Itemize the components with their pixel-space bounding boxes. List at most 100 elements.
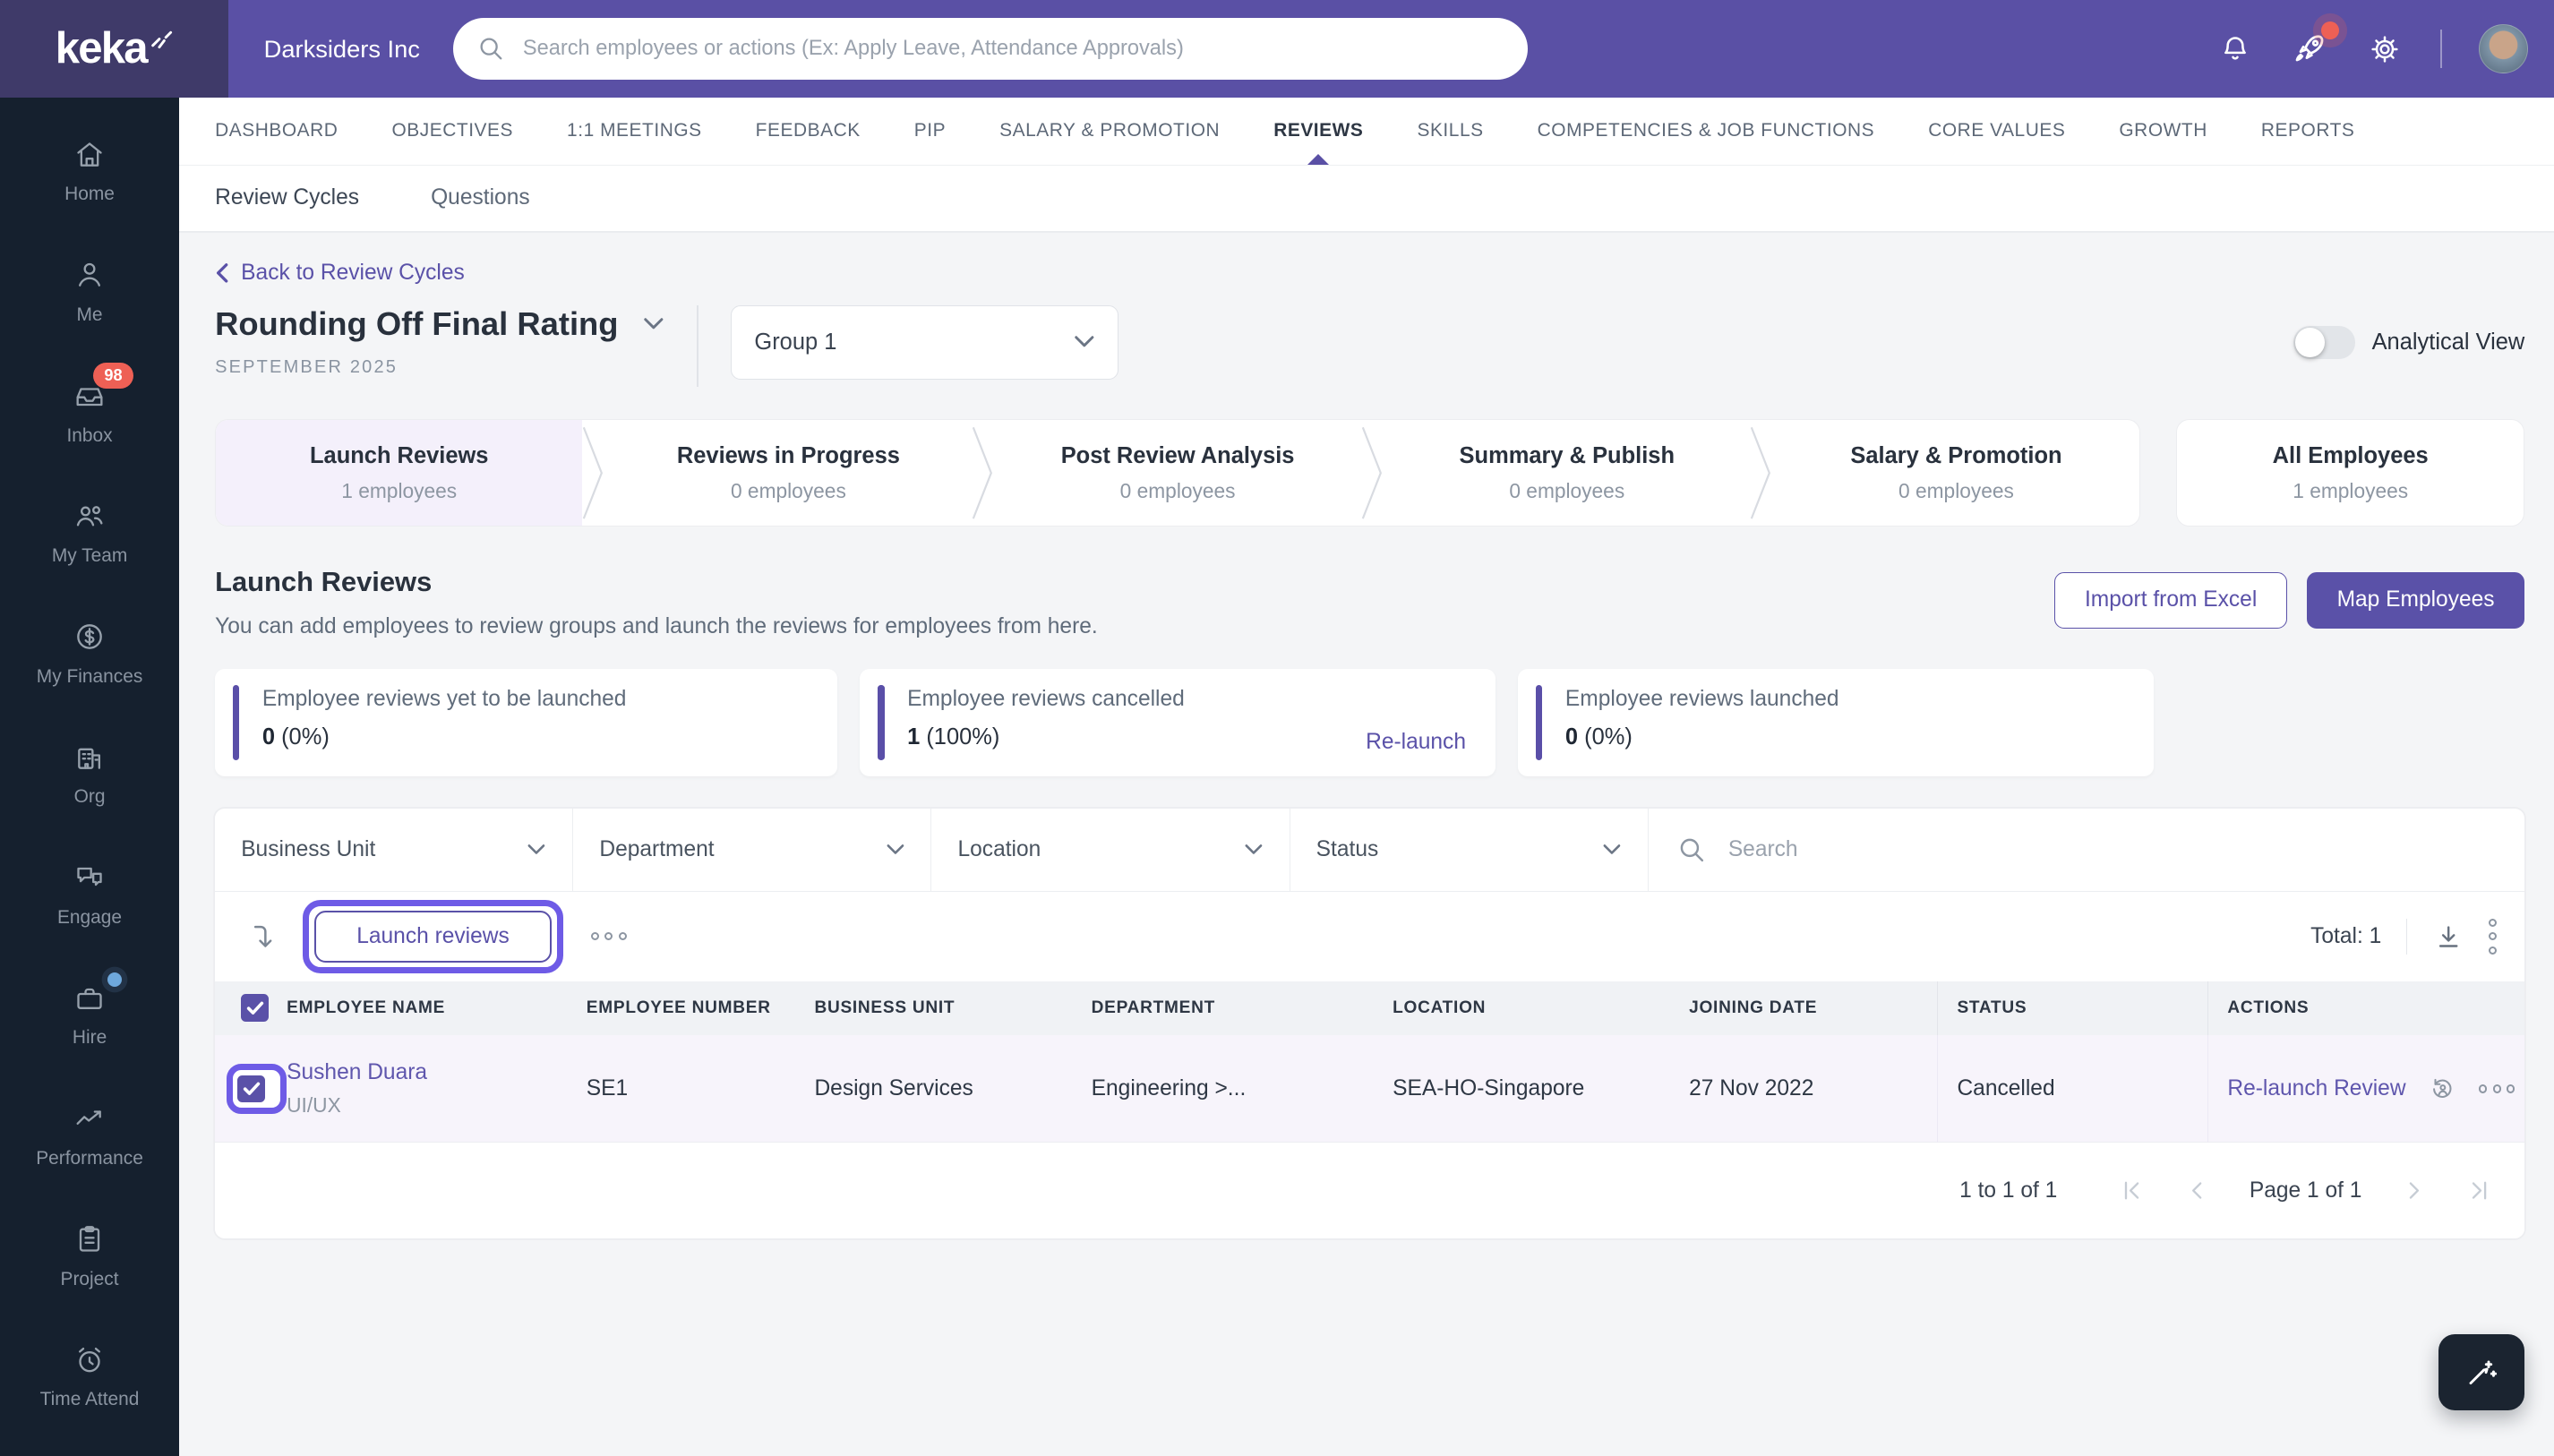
- analytical-view-toggle-row: Analytical View: [2293, 326, 2525, 359]
- group-select[interactable]: Group 1: [730, 304, 1118, 381]
- filter-status[interactable]: Status: [1290, 809, 1649, 891]
- pagination-bar: 1 to 1 of 1 Page 1 of 1: [215, 1142, 2525, 1239]
- sidebar-item-my-finances[interactable]: My Finances: [0, 593, 179, 714]
- download-icon[interactable]: [2432, 921, 2464, 953]
- tab-feedback[interactable]: FEEDBACK: [756, 98, 861, 165]
- user-avatar[interactable]: [2479, 24, 2528, 73]
- hire-briefcase-icon: [77, 988, 102, 1009]
- launch-reviews-button[interactable]: Launch reviews: [313, 911, 553, 963]
- col-status[interactable]: STATUS: [1936, 981, 2207, 1035]
- magic-wand-icon: [2469, 1360, 2498, 1384]
- page-content: Back to Review Cycles Rounding Off Final…: [179, 231, 2554, 1456]
- person-icon: [79, 263, 101, 287]
- step-reviews-in-progress[interactable]: Reviews in Progress 0 employees: [605, 420, 972, 526]
- row-more-actions-icon[interactable]: [2479, 1084, 2515, 1093]
- employee-name-link[interactable]: Sushen Duara: [287, 1060, 587, 1085]
- map-employees-button[interactable]: Map Employees: [2306, 572, 2525, 629]
- import-from-excel-button[interactable]: Import from Excel: [2054, 572, 2288, 629]
- re-launch-review-link[interactable]: Re-launch Review: [2227, 1076, 2405, 1101]
- filter-business-unit[interactable]: Business Unit: [215, 809, 574, 891]
- stat-value: 0: [261, 724, 275, 750]
- settings-gear-icon[interactable]: [2367, 31, 2403, 67]
- step-launch-reviews[interactable]: Launch Reviews 1 employees: [216, 420, 583, 527]
- analytical-view-toggle[interactable]: [2293, 326, 2356, 359]
- pagination-page: Page 1 of 1: [2249, 1178, 2362, 1203]
- sidebar-item-my-team[interactable]: My Team: [0, 472, 179, 593]
- review-history-icon[interactable]: [2427, 1074, 2458, 1105]
- more-actions-icon[interactable]: [590, 932, 627, 941]
- col-employee-name[interactable]: EMPLOYEE NAME: [287, 998, 587, 1018]
- move-down-icon[interactable]: [243, 919, 279, 955]
- tab-pip[interactable]: PIP: [914, 98, 946, 165]
- tab-core-values[interactable]: CORE VALUES: [1928, 98, 2065, 165]
- chevron-down-icon: [887, 844, 904, 854]
- alarm-clock-icon: [79, 1347, 101, 1372]
- sidebar-item-inbox[interactable]: 98 Inbox: [0, 352, 179, 473]
- sidebar-item-me[interactable]: Me: [0, 231, 179, 352]
- company-name[interactable]: Darksiders Inc: [264, 35, 420, 64]
- whats-new-rocket-icon[interactable]: [2290, 21, 2339, 69]
- col-employee-number[interactable]: EMPLOYEE NUMBER: [587, 998, 815, 1018]
- col-business-unit[interactable]: BUSINESS UNIT: [814, 998, 1091, 1018]
- col-location[interactable]: LOCATION: [1393, 998, 1689, 1018]
- review-stage-stepper: Launch Reviews 1 employees Reviews in Pr…: [215, 419, 2525, 527]
- sidebar-item-home[interactable]: Home: [0, 111, 179, 232]
- sidebar-item-time-attend[interactable]: Time Attend: [0, 1316, 179, 1437]
- global-search[interactable]: [452, 18, 1529, 81]
- keka-logo[interactable]: keka: [0, 0, 228, 98]
- tab-competencies[interactable]: COMPETENCIES & JOB FUNCTIONS: [1538, 98, 1875, 165]
- prev-page-icon[interactable]: [2184, 1178, 2210, 1203]
- sidebar-item-project[interactable]: Project: [0, 1195, 179, 1316]
- last-page-icon[interactable]: [2466, 1178, 2492, 1203]
- reviews-subnav: Review Cycles Questions: [179, 164, 2554, 232]
- sidebar-item-hire[interactable]: Hire: [0, 955, 179, 1075]
- magic-assistant-fab[interactable]: [2438, 1333, 2525, 1411]
- analytical-view-label: Analytical View: [2371, 330, 2525, 355]
- employee-department: Engineering >...: [1091, 1075, 1247, 1101]
- col-department[interactable]: DEPARTMENT: [1092, 998, 1393, 1018]
- group-chevron-down-icon: [1075, 336, 1094, 347]
- global-search-input[interactable]: [519, 35, 1504, 63]
- all-employees-card[interactable]: All Employees 1 employees: [2176, 419, 2525, 527]
- tab-reviews[interactable]: REVIEWS: [1273, 98, 1363, 165]
- section-title: Launch Reviews: [215, 565, 433, 597]
- table-search-input[interactable]: [1725, 835, 2496, 864]
- select-all-checkbox[interactable]: [241, 994, 270, 1023]
- tab-dashboard[interactable]: DASHBOARD: [215, 98, 338, 165]
- subnav-questions[interactable]: Questions: [431, 185, 530, 210]
- step-post-review-analysis[interactable]: Post Review Analysis 0 employees: [994, 420, 1360, 526]
- first-page-icon[interactable]: [2119, 1178, 2145, 1203]
- active-tab-indicator: [1307, 154, 1330, 165]
- title-chevron-down-icon[interactable]: [643, 317, 664, 331]
- employee-location: SEA-HO-Singapore: [1393, 1075, 1585, 1101]
- row-checkbox[interactable]: [237, 1075, 266, 1103]
- sidebar-nav: Home Me 98 Inbox My Team My Finances Org…: [0, 98, 180, 1456]
- subnav-review-cycles[interactable]: Review Cycles: [215, 185, 359, 210]
- sidebar-item-performance[interactable]: Performance: [0, 1075, 179, 1195]
- employee-status: Cancelled: [1936, 1034, 2207, 1143]
- sidebar-item-engage[interactable]: Engage: [0, 834, 179, 955]
- tab-11-meetings[interactable]: 1:1 MEETINGS: [567, 98, 702, 165]
- filter-location[interactable]: Location: [931, 809, 1290, 891]
- step-salary-promotion[interactable]: Salary & Promotion 0 employees: [1773, 420, 2139, 526]
- tab-salary-promotion[interactable]: SALARY & PROMOTION: [999, 98, 1220, 165]
- tab-reports[interactable]: REPORTS: [2261, 98, 2355, 165]
- re-launch-link[interactable]: Re-launch: [1366, 730, 1466, 755]
- tab-growth[interactable]: GROWTH: [2119, 98, 2207, 165]
- title-divider: [696, 304, 698, 387]
- filter-department[interactable]: Department: [573, 809, 932, 891]
- step-summary-publish[interactable]: Summary & Publish 0 employees: [1384, 420, 1750, 526]
- tab-skills[interactable]: SKILLS: [1417, 98, 1483, 165]
- tab-objectives[interactable]: OBJECTIVES: [391, 98, 513, 165]
- next-page-icon[interactable]: [2401, 1178, 2427, 1203]
- module-tabs: DASHBOARD OBJECTIVES 1:1 MEETINGS FEEDBA…: [179, 98, 2554, 165]
- sidebar-item-org[interactable]: Org: [0, 714, 179, 835]
- back-to-review-cycles-link[interactable]: Back to Review Cycles: [215, 261, 465, 286]
- table-search[interactable]: [1649, 809, 2525, 891]
- kebab-menu-icon[interactable]: [2489, 918, 2498, 955]
- topbar-divider: [2439, 29, 2442, 69]
- notifications-bell-icon[interactable]: [2217, 31, 2253, 67]
- stat-card-launched: Employee reviews launched 0 (0%): [1518, 668, 2154, 776]
- page-title: Rounding Off Final Rating: [215, 304, 619, 342]
- col-joining-date[interactable]: JOINING DATE: [1689, 998, 1936, 1018]
